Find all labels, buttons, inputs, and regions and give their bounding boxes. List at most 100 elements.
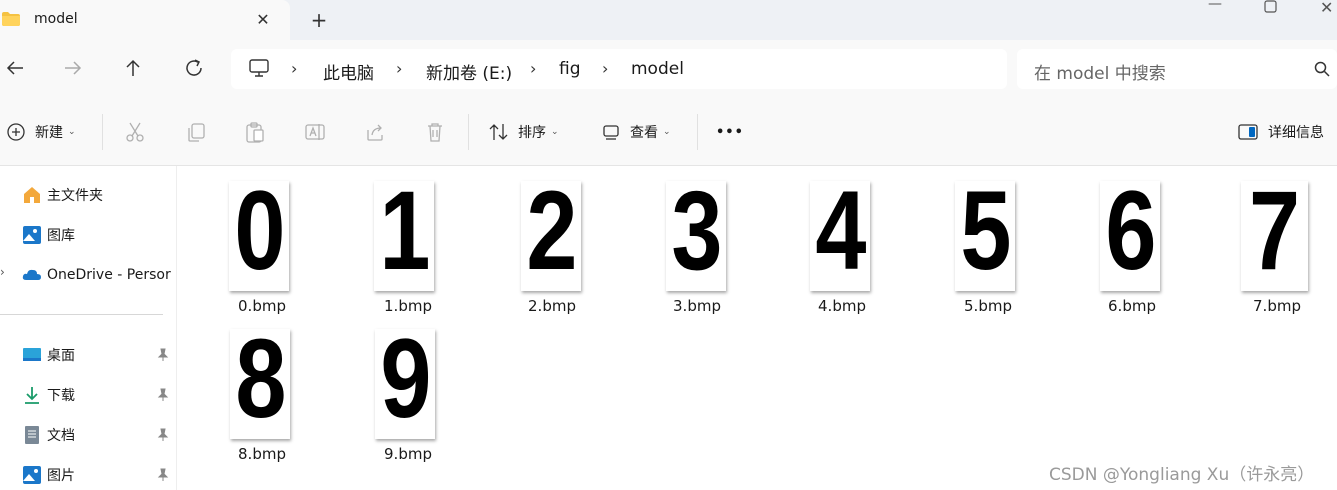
new-tab-icon[interactable]: + [309,8,329,32]
divider [0,314,163,315]
pin-icon[interactable] [156,348,170,362]
sort-icon [489,124,508,140]
sort-button[interactable]: 排序 ⌄ [488,120,559,144]
breadcrumb-fig[interactable]: fig [559,59,581,79]
back-icon[interactable] [3,56,27,80]
chevron-down-icon: ⌄ [551,127,559,137]
share-icon[interactable] [364,120,386,144]
document-icon [25,426,39,444]
delete-icon[interactable] [424,120,446,144]
chevron-right-icon: › [291,59,298,78]
computer-icon [249,59,269,77]
breadcrumb-drive[interactable]: 新加卷 (E:) [426,59,512,84]
chevron-right-icon: › [530,59,537,78]
file-thumbnail: 0 [229,181,289,291]
search-input[interactable]: 在 model 中搜索 [1017,49,1337,89]
file-name: 3.bmp [673,297,721,315]
thumbnail-digit: 0 [234,181,286,291]
file-thumbnail: 9 [375,329,435,439]
new-button[interactable]: 新建 ⌄ [6,120,76,144]
desktop-icon [23,348,41,361]
file-thumbnail: 5 [955,181,1015,291]
search-icon [1314,61,1330,77]
gallery-icon [23,226,41,244]
sidebar-item-home[interactable]: 主文件夹 [22,185,103,205]
tab-model[interactable]: model ✕ [0,0,290,40]
navigation-bar: › 此电脑 › 新加卷 (E:) › fig › model 在 model 中… [0,40,1337,98]
breadcrumb-model[interactable]: model [631,59,684,79]
thumbnail-digit: 7 [1248,181,1301,291]
pin-icon[interactable] [156,388,170,402]
sidebar-item-downloads[interactable]: 下载 [22,385,75,405]
tab-close-icon[interactable]: ✕ [254,10,272,29]
file-list: 0 0.bmp 1 1.bmp 2 2.bmp 3 3.bmp 4 4.bmp … [178,166,1337,490]
sidebar-item-label: 下载 [47,388,75,404]
sidebar-item-desktop[interactable]: 桌面 [22,345,75,365]
file-item[interactable]: 2 2.bmp [507,166,597,315]
thumbnail-digit: 5 [960,181,1012,291]
details-pane-button[interactable]: 详细信息 [1238,120,1324,144]
more-options-button[interactable]: ••• [716,120,744,144]
file-name: 6.bmp [1108,297,1156,315]
title-bar: model ✕ + — ✕ [0,0,1337,40]
tab-title: model [34,11,78,27]
cut-icon[interactable] [124,120,146,144]
file-thumbnail: 2 [521,181,581,291]
watermark: CSDN @Yongliang Xu（许永亮） [1049,465,1315,485]
file-thumbnail: 8 [230,329,290,439]
file-item[interactable]: 8 8.bmp [217,314,307,463]
sidebar-item-documents[interactable]: 文档 [22,425,75,445]
file-thumbnail: 6 [1100,181,1160,291]
picture-icon [23,466,41,484]
file-name: 0.bmp [238,297,286,315]
view-button[interactable]: 查看 ⌄ [602,120,671,144]
thumbnail-digit: 8 [235,329,287,439]
file-item[interactable]: 7 7.bmp [1232,166,1322,315]
expand-chevron-icon[interactable]: › [0,265,5,279]
details-pane-icon [1238,124,1258,140]
paste-icon[interactable] [244,120,266,144]
file-item[interactable]: 5 5.bmp [943,166,1033,315]
file-item[interactable]: 3 3.bmp [652,166,742,315]
chevron-right-icon: › [396,59,403,78]
chevron-right-icon: › [602,59,609,78]
file-item[interactable]: 9 9.bmp [363,314,453,463]
sidebar-item-label: 图库 [47,228,75,244]
close-window-icon[interactable]: ✕ [1320,0,1333,17]
sidebar-item-label: 桌面 [47,348,75,364]
divider [697,114,698,150]
file-item[interactable]: 1 1.bmp [363,166,453,315]
thumbnail-digit: 1 [379,181,431,291]
pin-icon[interactable] [156,428,170,442]
file-name: 7.bmp [1253,297,1301,315]
view-icon [603,125,619,140]
plus-circle-icon [7,123,25,141]
search-placeholder: 在 model 中搜索 [1034,64,1166,84]
file-name: 1.bmp [384,297,432,315]
minimize-icon[interactable]: — [1205,0,1225,12]
sidebar-item-label: 主文件夹 [47,188,103,204]
forward-icon[interactable] [61,56,85,80]
rename-icon[interactable] [304,120,326,144]
file-item[interactable]: 0 0.bmp [217,166,307,315]
home-icon [24,187,40,203]
file-item[interactable]: 6 6.bmp [1087,166,1177,315]
file-name: 2.bmp [528,297,576,315]
file-item[interactable]: 4 4.bmp [797,166,887,315]
thumbnail-digit: 4 [815,181,867,291]
refresh-icon[interactable] [182,56,206,80]
up-icon[interactable] [121,56,145,80]
maximize-icon[interactable] [1264,0,1277,13]
sidebar-item-onedrive[interactable]: OneDrive - Persor [22,265,171,285]
view-label: 查看 [630,125,658,141]
thumbnail-digit: 2 [526,181,578,291]
cloud-icon [22,269,41,280]
copy-icon[interactable] [185,120,207,144]
thumbnail-digit: 9 [380,329,432,439]
file-thumbnail: 3 [666,181,726,291]
sidebar-item-gallery[interactable]: 图库 [22,225,75,245]
address-bar[interactable]: › 此电脑 › 新加卷 (E:) › fig › model [231,49,1007,89]
sidebar-item-pictures[interactable]: 图片 [22,465,75,485]
pin-icon[interactable] [156,468,170,482]
breadcrumb-this-pc[interactable]: 此电脑 [323,59,374,84]
